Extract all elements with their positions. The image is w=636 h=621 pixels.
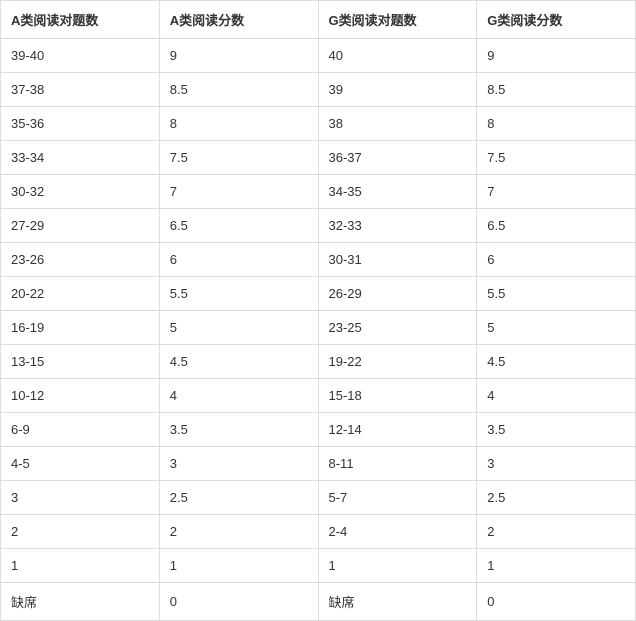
table-cell: 19-22: [318, 345, 477, 379]
table-row: 4-538-113: [1, 447, 636, 481]
table-row: 39-409409: [1, 39, 636, 73]
table-body: 39-40940937-388.5398.535-36838833-347.53…: [1, 39, 636, 621]
table-cell: 38: [318, 107, 477, 141]
table-cell: 3: [1, 481, 160, 515]
table-row: 1111: [1, 549, 636, 583]
table-cell: 1: [477, 549, 636, 583]
table-cell: 2: [1, 515, 160, 549]
table-cell: 3.5: [159, 413, 318, 447]
table-cell: 23-26: [1, 243, 160, 277]
table-row: 16-19523-255: [1, 311, 636, 345]
table-cell: 8-11: [318, 447, 477, 481]
table-cell: 7: [477, 175, 636, 209]
table-row: 23-26630-316: [1, 243, 636, 277]
table-row: 6-93.512-143.5: [1, 413, 636, 447]
table-cell: 7.5: [477, 141, 636, 175]
table-row: 20-225.526-295.5: [1, 277, 636, 311]
table-cell: 5: [159, 311, 318, 345]
table-cell: 27-29: [1, 209, 160, 243]
table-cell: 0: [477, 583, 636, 621]
table-cell: 6: [159, 243, 318, 277]
table-cell: 40: [318, 39, 477, 73]
table-cell: 9: [159, 39, 318, 73]
header-g-correct: G类阅读对题数: [318, 1, 477, 39]
table-cell: 0: [159, 583, 318, 621]
table-cell: 4: [159, 379, 318, 413]
table-row: 13-154.519-224.5: [1, 345, 636, 379]
table-cell: 缺席: [318, 583, 477, 621]
table-cell: 30-32: [1, 175, 160, 209]
table-row: 222-42: [1, 515, 636, 549]
table-cell: 34-35: [318, 175, 477, 209]
table-cell: 2: [159, 515, 318, 549]
table-cell: 36-37: [318, 141, 477, 175]
table-row: 30-32734-357: [1, 175, 636, 209]
table-cell: 1: [318, 549, 477, 583]
table-cell: 2.5: [477, 481, 636, 515]
table-cell: 3.5: [477, 413, 636, 447]
table-cell: 35-36: [1, 107, 160, 141]
table-cell: 4.5: [477, 345, 636, 379]
table-row: 缺席0缺席0: [1, 583, 636, 621]
table-cell: 5.5: [159, 277, 318, 311]
score-conversion-table: A类阅读对题数 A类阅读分数 G类阅读对题数 G类阅读分数 39-4094093…: [0, 0, 636, 621]
table-cell: 5: [477, 311, 636, 345]
table-cell: 6.5: [159, 209, 318, 243]
table-cell: 15-18: [318, 379, 477, 413]
table-row: 35-368388: [1, 107, 636, 141]
table-cell: 33-34: [1, 141, 160, 175]
table-cell: 2: [477, 515, 636, 549]
table-cell: 30-31: [318, 243, 477, 277]
table-cell: 3: [159, 447, 318, 481]
table-cell: 4.5: [159, 345, 318, 379]
table-cell: 39: [318, 73, 477, 107]
table-row: 33-347.536-377.5: [1, 141, 636, 175]
table-cell: 7.5: [159, 141, 318, 175]
table-cell: 4-5: [1, 447, 160, 481]
table-cell: 缺席: [1, 583, 160, 621]
table-cell: 5.5: [477, 277, 636, 311]
table-cell: 8.5: [159, 73, 318, 107]
table-cell: 32-33: [318, 209, 477, 243]
header-a-score: A类阅读分数: [159, 1, 318, 39]
table-cell: 6.5: [477, 209, 636, 243]
header-a-correct: A类阅读对题数: [1, 1, 160, 39]
table-cell: 7: [159, 175, 318, 209]
table-cell: 23-25: [318, 311, 477, 345]
table-cell: 3: [477, 447, 636, 481]
table-cell: 8: [159, 107, 318, 141]
table-cell: 1: [159, 549, 318, 583]
table-cell: 13-15: [1, 345, 160, 379]
table-cell: 10-12: [1, 379, 160, 413]
table-header-row: A类阅读对题数 A类阅读分数 G类阅读对题数 G类阅读分数: [1, 1, 636, 39]
table-cell: 2-4: [318, 515, 477, 549]
table-cell: 6-9: [1, 413, 160, 447]
table-cell: 8.5: [477, 73, 636, 107]
table-row: 37-388.5398.5: [1, 73, 636, 107]
table-cell: 6: [477, 243, 636, 277]
table-cell: 26-29: [318, 277, 477, 311]
table-cell: 1: [1, 549, 160, 583]
header-g-score: G类阅读分数: [477, 1, 636, 39]
table-cell: 4: [477, 379, 636, 413]
table-cell: 39-40: [1, 39, 160, 73]
table-row: 27-296.532-336.5: [1, 209, 636, 243]
table-row: 32.55-72.5: [1, 481, 636, 515]
table-cell: 37-38: [1, 73, 160, 107]
table-cell: 5-7: [318, 481, 477, 515]
table-cell: 8: [477, 107, 636, 141]
table-cell: 12-14: [318, 413, 477, 447]
table-row: 10-12415-184: [1, 379, 636, 413]
table-cell: 9: [477, 39, 636, 73]
table-cell: 2.5: [159, 481, 318, 515]
table-cell: 20-22: [1, 277, 160, 311]
table-cell: 16-19: [1, 311, 160, 345]
